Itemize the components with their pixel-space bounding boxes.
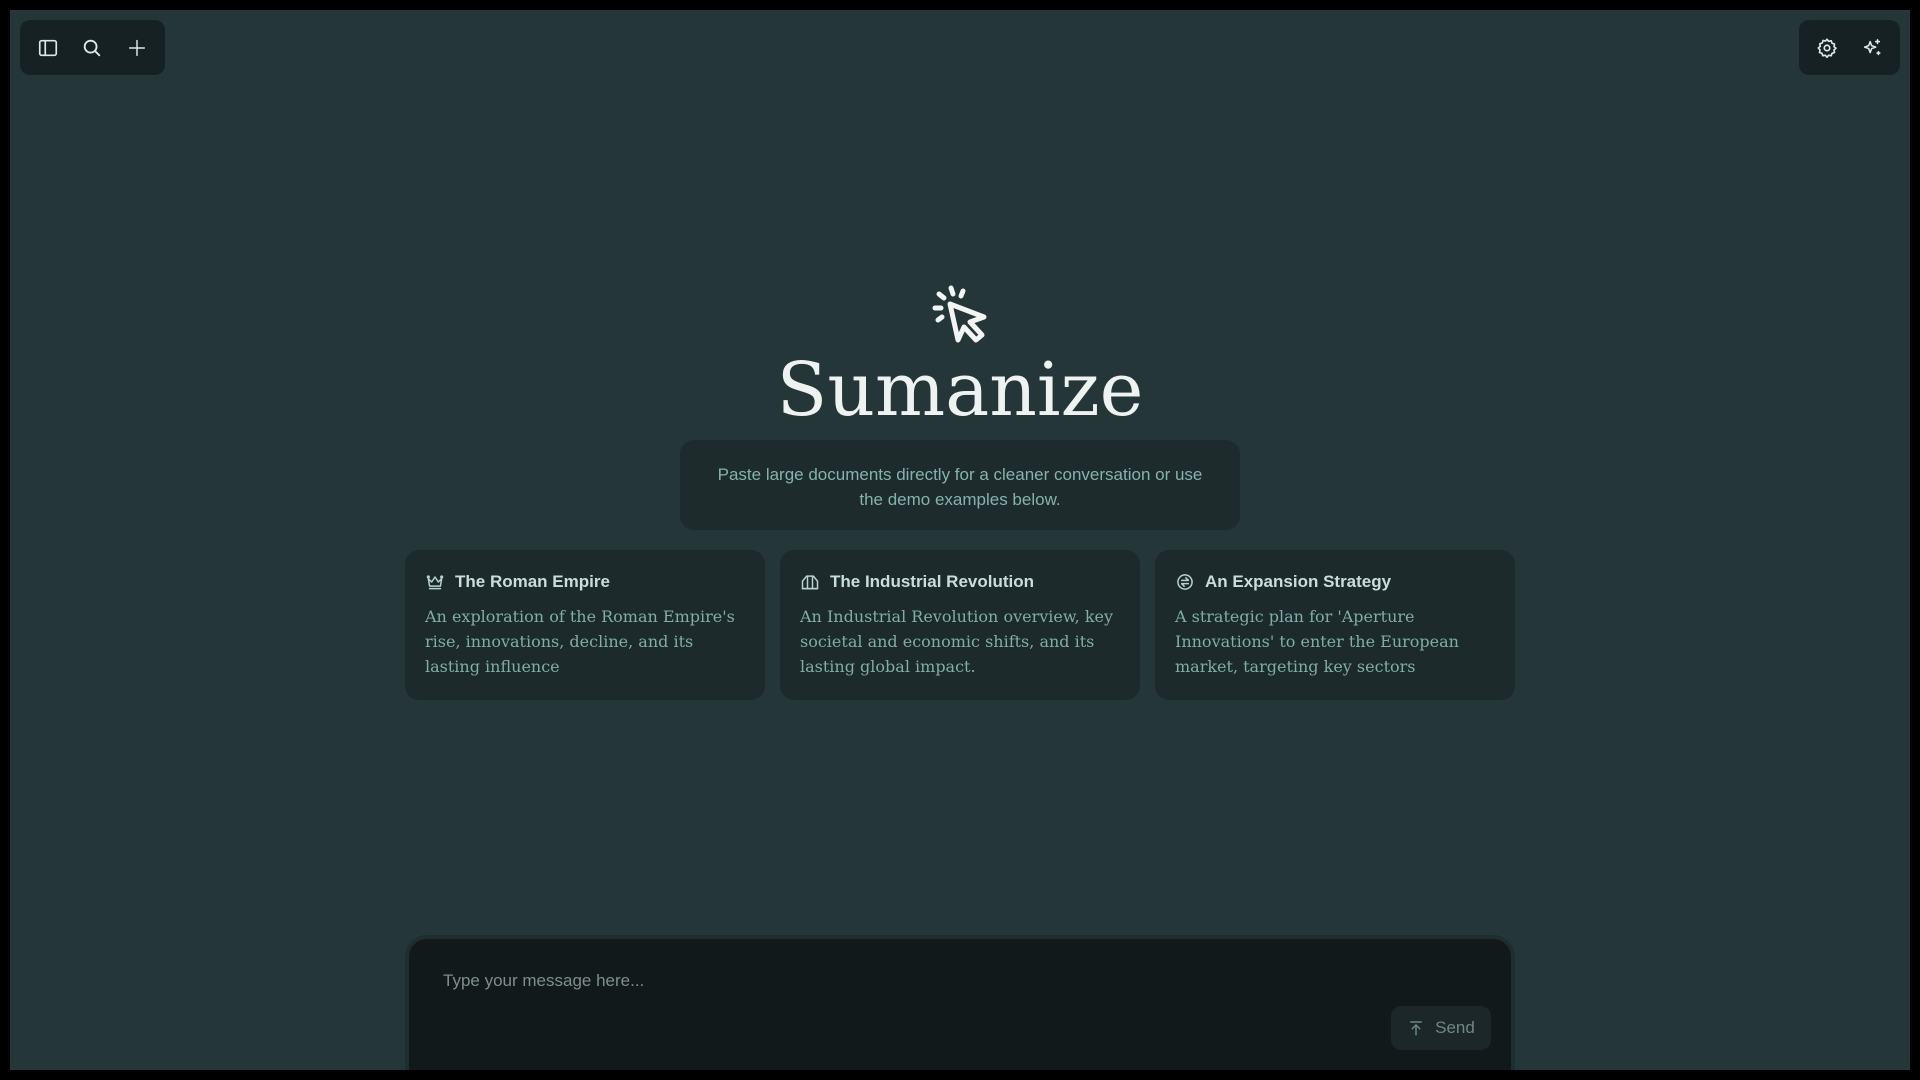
card-title: An Expansion Strategy	[1205, 572, 1392, 591]
new-chat-button[interactable]	[115, 25, 159, 70]
message-composer: Send	[405, 935, 1515, 1070]
gear-icon	[1817, 37, 1838, 58]
card-description: An exploration of the Roman Empire's ris…	[425, 607, 735, 676]
sidebar-toggle-icon	[39, 39, 58, 56]
sidebar-toggle-button[interactable]	[26, 25, 70, 70]
message-input[interactable]	[441, 969, 1345, 1013]
crown-icon	[426, 575, 444, 590]
top-left-toolbar	[20, 20, 165, 75]
send-button[interactable]: Send	[1391, 1006, 1491, 1050]
card-title: The Roman Empire	[455, 572, 610, 591]
card-header: An Expansion Strategy	[1175, 570, 1495, 594]
settings-button[interactable]	[1805, 25, 1850, 70]
plus-icon	[128, 39, 145, 56]
top-right-toolbar	[1799, 20, 1900, 75]
send-label: Send	[1435, 1018, 1475, 1037]
card-title: The Industrial Revolution	[830, 572, 1035, 591]
intro-text: Paste large documents directly for a cle…	[717, 465, 1203, 509]
example-card-expansion-strategy[interactable]: An Expansion Strategy A strategic plan f…	[1155, 550, 1515, 700]
example-card-industrial-revolution[interactable]: The Industrial Revolution An Industrial …	[780, 550, 1140, 700]
sparkle-button[interactable]	[1850, 25, 1895, 70]
search-button[interactable]	[70, 25, 114, 70]
sparkles-icon	[1863, 38, 1881, 55]
card-header: The Industrial Revolution	[800, 570, 1120, 594]
factory-icon	[801, 575, 819, 590]
example-cards: The Roman Empire An exploration of the R…	[405, 550, 1515, 700]
card-description: A strategic plan for 'Aperture Innovatio…	[1175, 607, 1459, 676]
card-description: An Industrial Revolution overview, key s…	[800, 607, 1114, 676]
app-title: Sumanize	[776, 347, 1144, 433]
app-window: Sumanize Paste large documents directly …	[10, 10, 1910, 1070]
card-header: The Roman Empire	[425, 570, 745, 594]
arrow-up-icon	[1410, 1021, 1423, 1036]
rocket-icon	[1177, 574, 1193, 590]
intro-message: Paste large documents directly for a cle…	[680, 440, 1240, 530]
search-icon	[84, 39, 101, 56]
example-card-roman-empire[interactable]: The Roman Empire An exploration of the R…	[405, 550, 765, 700]
